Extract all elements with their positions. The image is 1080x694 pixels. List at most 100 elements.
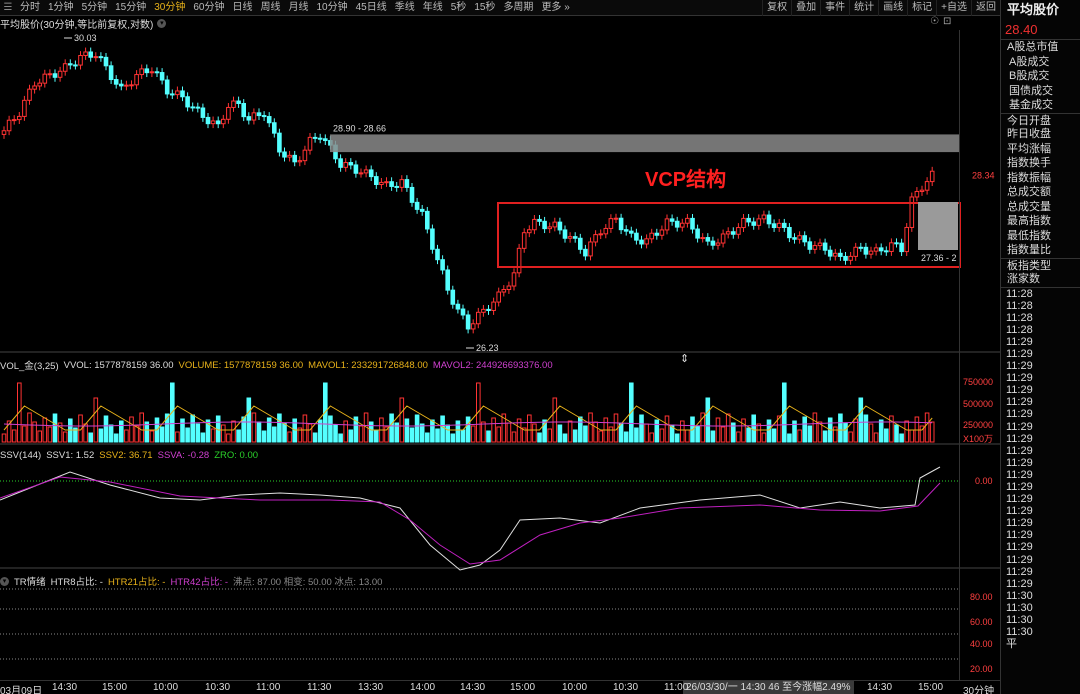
tr-settings-icon[interactable]: ▾: [0, 576, 9, 586]
timeframe-tab[interactable]: 年线: [419, 0, 447, 16]
panel-tick-time: 11:29: [1006, 444, 1033, 457]
candle-body: [200, 107, 206, 118]
volume-bar: [348, 429, 354, 443]
menu-icon[interactable]: ☰: [0, 0, 16, 16]
candle-body: [363, 169, 369, 174]
candle-body: [379, 181, 384, 186]
timeframe-tab[interactable]: 15分钟: [111, 0, 150, 16]
volume-bar: [481, 421, 486, 443]
time-axis: 26/03/30/一 14:30 46 至今涨幅2.49% 30分钟 03月09…: [0, 680, 1000, 694]
candle-body: [868, 250, 874, 255]
toolbar-button[interactable]: 事件: [820, 0, 849, 16]
maximize-icon[interactable]: ⊡: [943, 16, 951, 27]
timeframe-tab[interactable]: 5分钟: [78, 0, 112, 16]
volume-bar: [460, 429, 466, 443]
toolbar-button[interactable]: 统计: [849, 0, 878, 16]
candle-body: [435, 248, 440, 261]
crosshair-time-label: 26/03/30/一 14:30 46 至今涨幅2.49%: [683, 681, 854, 694]
low-label: 26.23: [476, 343, 499, 353]
pin-icon[interactable]: ☉: [930, 16, 939, 27]
volume-bar: [409, 427, 415, 443]
volume-bar: [583, 425, 588, 443]
candle-body: [170, 93, 175, 96]
candle-body: [771, 223, 777, 229]
candle-body: [634, 232, 639, 241]
candle-body: [741, 217, 746, 229]
volume-bar: [746, 427, 751, 443]
panel-tick-time: 11:29: [1006, 360, 1033, 373]
toolbar-button[interactable]: 叠加: [791, 0, 820, 16]
zro-value: ZRO: 0.00: [214, 450, 259, 461]
toolbar-button[interactable]: 复权: [762, 0, 791, 16]
panel-field: A股成交: [1009, 55, 1050, 68]
last-price-tag: 28.34: [972, 171, 995, 181]
timeframe-tab[interactable]: 60分钟: [189, 0, 228, 16]
volume-bar: [904, 420, 910, 443]
candle-body: [527, 229, 532, 234]
panel-tick-times: 11:28 11:28 11:28 11:28 11:29 11:29 11:29 11:29…: [1001, 286, 1080, 651]
volume-bar: [256, 421, 262, 443]
candle-body: [613, 217, 619, 220]
volume-bar: [190, 414, 195, 443]
volume-bar: [572, 429, 578, 443]
timeframe-tab[interactable]: 月线: [285, 0, 313, 16]
panel-title: 平均股价: [1007, 2, 1060, 17]
volume-bar: [807, 425, 813, 443]
toolbar-button[interactable]: 标记: [907, 0, 936, 16]
timeframe-tab[interactable]: 45日线: [352, 0, 391, 16]
volume-bar: [251, 412, 257, 443]
timeframe-tab[interactable]: 多周期: [499, 0, 537, 16]
candle-body: [103, 56, 109, 67]
panel-tick-time: 11:28: [1006, 323, 1033, 336]
tr-indicator-name: TR情绪: [14, 577, 46, 588]
toolbar-button[interactable]: +自选: [936, 0, 971, 16]
panel-tick-time: 11:30: [1006, 614, 1033, 627]
candle-body: [154, 71, 160, 74]
time-axis-label: 14:30: [460, 682, 486, 693]
toolbar-button[interactable]: 画线: [878, 0, 907, 16]
timeframe-tab[interactable]: 季线: [391, 0, 419, 16]
candle-body: [822, 242, 828, 251]
candle-body: [680, 222, 685, 228]
settings-dropdown-icon[interactable]: ▾: [157, 18, 167, 28]
volume-bar: [389, 413, 394, 443]
panel-field: 总成交额: [1007, 186, 1051, 198]
ssv1-value: SSV1: 1.52: [46, 450, 95, 461]
ssva-line: [0, 476, 941, 565]
candle-body: [246, 116, 252, 121]
candle-body: [348, 162, 354, 166]
panel-field: 最低指数: [1007, 229, 1051, 242]
candle-body: [11, 119, 17, 122]
volume-bar: [1, 433, 7, 443]
timeframe-tab[interactable]: 15秒: [470, 0, 499, 16]
volume-bar: [266, 417, 272, 443]
timeframe-tab[interactable]: 周线: [257, 0, 285, 16]
candle-body: [175, 90, 180, 96]
candle-body: [878, 247, 884, 252]
candle-body: [307, 136, 313, 151]
chart-title: 平均股价(30分钟,等比前复权,对数): [0, 19, 154, 31]
candle-body: [843, 255, 848, 261]
candle-body: [797, 235, 802, 240]
candle-body: [894, 242, 899, 245]
panel-tick-time: 11:29: [1006, 347, 1033, 360]
ssv-legend: SSV(144) SSV1: 1.52 SSV2: 36.71 SSVA: -0…: [0, 450, 258, 461]
candle-body: [833, 252, 838, 257]
panel-tick-time: 11:29: [1006, 577, 1033, 590]
timeframe-tab[interactable]: 10分钟: [313, 0, 352, 16]
vvol-value: VVOL: 1577878159 36.00: [63, 359, 174, 371]
timeframe-tab[interactable]: 更多 »: [537, 0, 573, 16]
panel-tick-time: 11:30: [1006, 589, 1033, 602]
timeframe-tab[interactable]: 30分钟: [150, 0, 189, 16]
candle-body: [705, 237, 711, 242]
time-axis-label: 11:00: [256, 682, 281, 693]
timeframe-tab[interactable]: 分时: [16, 0, 44, 16]
candle-body: [353, 164, 359, 174]
timeframe-tab[interactable]: 1分钟: [44, 0, 78, 16]
panel-tick-time: 11:29: [1006, 420, 1033, 433]
toolbar-button[interactable]: 返回: [971, 0, 1000, 16]
timeframe-tab[interactable]: 日线: [229, 0, 257, 16]
panel-tick-time: 11:29: [1006, 565, 1033, 578]
timeframe-tab[interactable]: 5秒: [447, 0, 471, 16]
volume-bar: [720, 426, 726, 443]
